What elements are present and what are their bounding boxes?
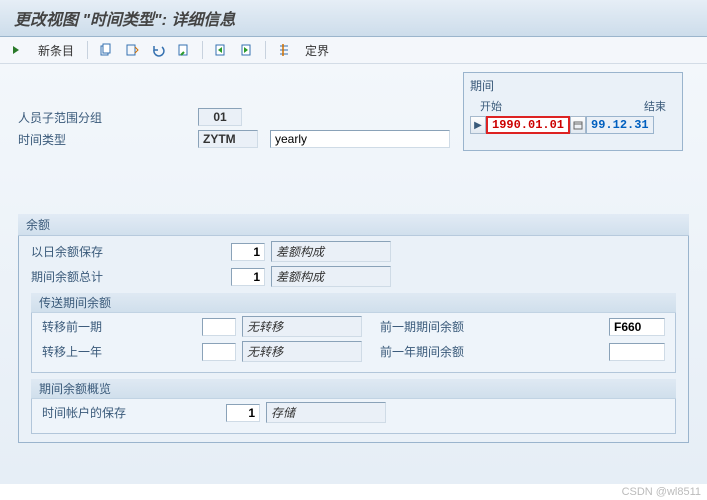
transfer-prev-year-input[interactable] [202, 343, 236, 361]
subgroup-label: 人员子范围分组 [18, 109, 198, 126]
period-balance-desc: 差额构成 [271, 266, 391, 287]
prev-period-balance-input[interactable] [609, 318, 665, 336]
transfer-prev-year-label: 转移上一年 [42, 343, 202, 360]
content-area: 期间 开始 结束 ▶ 1990.01.01 99.12.31 人员子范围分组 0… [0, 64, 707, 484]
delimit-icon[interactable] [273, 40, 295, 60]
balance-title: 余额 [18, 214, 689, 236]
period-title: 期间 [470, 77, 676, 94]
window-title: 更改视图 "时间类型": 详细信息 [0, 0, 707, 37]
undo-icon[interactable] [147, 40, 169, 60]
date-picker-icon[interactable] [570, 116, 586, 134]
period-group: 期间 开始 结束 ▶ 1990.01.01 99.12.31 [463, 72, 683, 151]
time-type-desc-input[interactable] [270, 130, 450, 148]
transfer-prev-period-label: 转移前一期 [42, 318, 202, 335]
daily-balance-value-input[interactable] [231, 243, 265, 261]
delimit-button[interactable]: 定界 [299, 42, 335, 59]
prev-year-balance-label: 前一年期间余额 [380, 343, 500, 360]
account-save-desc: 存储 [266, 402, 386, 423]
daily-balance-label: 以日余额保存 [31, 243, 231, 260]
toolbar: 新条目 定界 [0, 37, 707, 64]
period-balance-label: 期间余额总计 [31, 268, 231, 285]
subgroup-field: 01 [198, 108, 242, 126]
time-type-code-field: ZYTM [198, 130, 258, 148]
separator [202, 41, 203, 59]
new-entry-button[interactable]: 新条目 [32, 42, 80, 59]
watermark: CSDN @wl8511 [622, 486, 701, 498]
transfer-prev-period-input[interactable] [202, 318, 236, 336]
prev-period-balance-label: 前一期期间余额 [380, 318, 500, 335]
balance-group: 余额 以日余额保存 差额构成 期间余额总计 差额构成 传送期间余额 转移前一期 [18, 214, 689, 443]
copy-icon[interactable] [95, 40, 117, 60]
copy-as-icon[interactable] [121, 40, 143, 60]
prev-year-balance-input[interactable] [609, 343, 665, 361]
previous-icon[interactable] [210, 40, 232, 60]
daily-balance-desc: 差额构成 [271, 241, 391, 262]
start-label: 开始 [480, 98, 502, 114]
transfer-group: 传送期间余额 转移前一期 无转移 前一期期间余额 转移上一年 [31, 293, 676, 373]
separator [265, 41, 266, 59]
transfer-prev-period-desc: 无转移 [242, 316, 362, 337]
overview-title: 期间余额概览 [31, 379, 676, 399]
transfer-prev-year-desc: 无转移 [242, 341, 362, 362]
separator [87, 41, 88, 59]
expand-icon[interactable] [6, 40, 28, 60]
overview-group: 期间余额概览 时间帐户的保存 存储 [31, 379, 676, 434]
prev-period-icon[interactable]: ▶ [470, 116, 486, 134]
time-type-label: 时间类型 [18, 131, 198, 148]
end-label: 结束 [644, 98, 666, 114]
end-date-field[interactable]: 99.12.31 [586, 116, 654, 134]
start-date-field[interactable]: 1990.01.01 [486, 116, 570, 134]
period-balance-value-input[interactable] [231, 268, 265, 286]
refresh-icon[interactable] [173, 40, 195, 60]
account-save-label: 时间帐户的保存 [42, 404, 226, 421]
account-save-input[interactable] [226, 404, 260, 422]
transfer-title: 传送期间余额 [31, 293, 676, 313]
next-icon[interactable] [236, 40, 258, 60]
